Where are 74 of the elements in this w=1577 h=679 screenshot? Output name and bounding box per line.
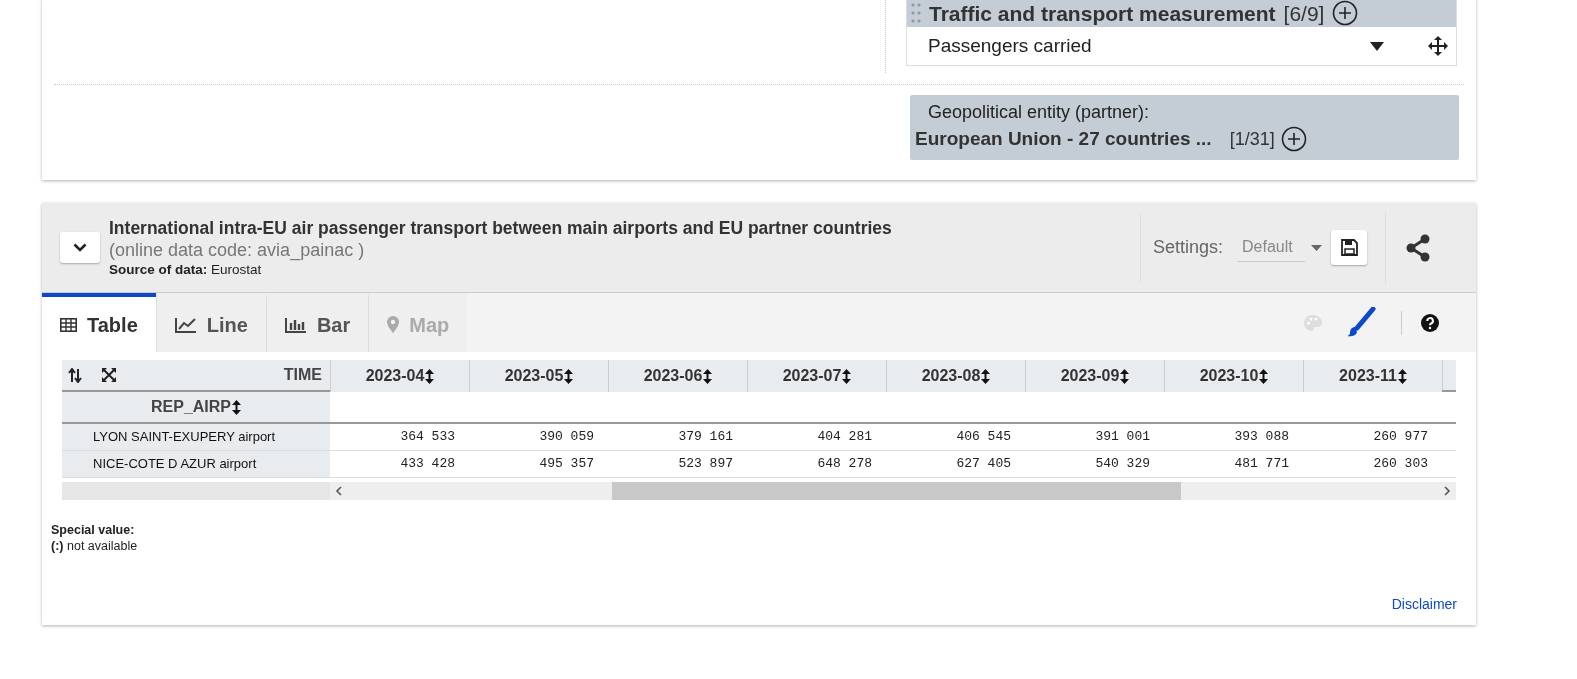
table-cell-text: 260 977 [1372, 428, 1429, 447]
column-header[interactable]: 2023-05 [469, 360, 608, 392]
table-cell-text: 540 329 [1094, 455, 1151, 474]
paintbrush-icon[interactable] [1346, 307, 1376, 338]
dataset-code: (online data code: avia_painac ) [109, 238, 366, 261]
drag-handle-icon[interactable] [911, 2, 921, 24]
column-header[interactable]: 2023-11 [1303, 360, 1442, 392]
dimension-title: Traffic and transport measurement [929, 2, 1276, 24]
legend-title: Special value: [51, 522, 136, 538]
partner-label: Geopolitical entity (partner): [927, 101, 1151, 123]
chevron-down-icon [73, 243, 87, 252]
add-icon[interactable] [1332, 0, 1359, 26]
dropdown-caret-icon [1311, 244, 1323, 251]
row-header: NICE-COTE D AZUR airport [62, 451, 330, 477]
disclaimer-link[interactable]: Disclaimer [1391, 594, 1457, 615]
table-cell-text: 523 897 [677, 455, 734, 474]
view-tab[interactable]: Bar [265, 293, 369, 352]
table-cell-text: 260 303 [1372, 455, 1429, 474]
column-header[interactable]: 2023-07 [747, 360, 886, 392]
table-cell-text: 481 771 [1233, 455, 1290, 474]
dataset-title: International intra-EU air passenger transport between main airports and EU partner countries [109, 216, 893, 239]
column-header[interactable]: 2023-06 [608, 360, 747, 392]
table-cell-text: 406 545 [955, 428, 1012, 447]
table-cell-text: 393 088 [1233, 428, 1290, 447]
legend-entry: (:) not available [51, 538, 139, 554]
share-icon[interactable] [1405, 233, 1432, 262]
scrollbar-thumb[interactable] [612, 482, 1181, 500]
collapse-button[interactable] [60, 232, 100, 263]
save-button[interactable] [1331, 230, 1368, 265]
table-cell-text: 390 059 [538, 428, 595, 447]
sort-icon[interactable] [842, 368, 852, 384]
table-cell-text: 391 001 [1094, 428, 1151, 447]
view-tab[interactable]: Table [42, 293, 156, 352]
sort-icon[interactable] [564, 368, 574, 384]
line-chart-icon [174, 316, 197, 333]
column-header[interactable]: 2023-04 [330, 360, 469, 392]
sort-icon[interactable] [425, 368, 435, 384]
partner-count: [1/31] [1229, 127, 1275, 151]
sort-icon[interactable] [1397, 368, 1407, 384]
bar-chart-icon [284, 316, 307, 333]
partner-value[interactable]: European Union - 27 countries ... [915, 125, 1212, 154]
dimension-dropdown[interactable]: Passengers carried [907, 27, 1456, 65]
column-header[interactable]: 2023-10 [1164, 360, 1303, 392]
help-icon[interactable] [1421, 313, 1439, 332]
row-header: LYON SAINT-EXUPERY airport [62, 424, 330, 450]
table-cell-text: 364 533 [399, 428, 456, 447]
row-dimension-header[interactable]: REP_AIRP [62, 392, 330, 422]
sort-icon[interactable] [1120, 368, 1130, 384]
horizontal-scrollbar[interactable] [62, 482, 1456, 500]
dropdown-caret-icon [1370, 41, 1384, 51]
swap-axes-icon[interactable] [68, 367, 82, 383]
column-header[interactable]: 2023-09 [1025, 360, 1164, 392]
expand-icon[interactable] [102, 368, 116, 382]
table-cell-text: 379 161 [677, 428, 734, 447]
table-cell-text: 627 405 [955, 455, 1012, 474]
table-cell-text: 433 428 [399, 455, 456, 474]
move-icon[interactable] [1428, 36, 1448, 56]
settings-label: Settings: [1153, 236, 1224, 259]
table-cell-text: 648 278 [816, 455, 873, 474]
add-icon[interactable] [1280, 126, 1307, 153]
table-icon [60, 317, 77, 332]
table-cell-text: 495 357 [538, 455, 595, 474]
data-source: Source of data: Eurostat [109, 261, 263, 279]
view-tab[interactable]: Line [155, 293, 266, 352]
sort-icon[interactable] [232, 399, 241, 415]
sort-icon[interactable] [981, 368, 991, 384]
sort-icon[interactable] [703, 368, 713, 384]
sort-icon[interactable] [1259, 368, 1269, 384]
table-cell-text: 404 281 [816, 428, 873, 447]
column-header[interactable]: 2023-08 [886, 360, 1025, 392]
dimension-count: [6/9] [1283, 2, 1325, 24]
column-dimension-label: TIME [283, 365, 322, 385]
map-pin-icon [387, 316, 400, 333]
save-icon [1340, 239, 1358, 256]
